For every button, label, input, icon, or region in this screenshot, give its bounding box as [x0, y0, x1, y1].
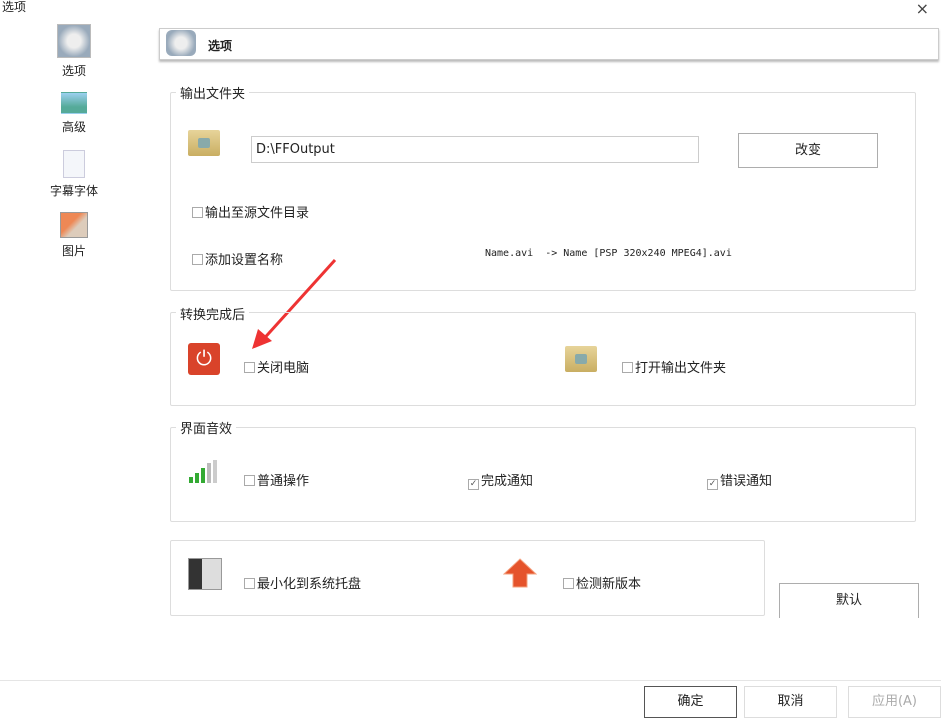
- error-notify-checkbox[interactable]: ✓ 错误通知: [707, 470, 772, 490]
- sidebar-item-advanced[interactable]: 高级: [50, 92, 98, 135]
- page-title: 选项: [208, 39, 233, 53]
- sidebar-item-label: 图片: [61, 244, 86, 258]
- filename-example: Name.avi -> Name [PSP 320x240 MPEG4].avi: [485, 248, 732, 259]
- sidebar-item-label: 字幕字体: [50, 184, 99, 198]
- options-icon: [166, 30, 196, 56]
- checkbox-label: 普通操作: [257, 474, 310, 489]
- checkbox-label: 检测新版本: [576, 577, 642, 592]
- output-folder-legend: 输出文件夹: [176, 83, 250, 102]
- sound-legend: 界面音效: [176, 418, 237, 437]
- sidebar-item-label: 选项: [61, 64, 86, 78]
- landscape-icon: [61, 92, 87, 114]
- normal-operation-checkbox[interactable]: 普通操作: [244, 470, 309, 489]
- sidebar-item-subtitle-font[interactable]: 字幕字体: [50, 150, 98, 199]
- system-tray-icon: [188, 558, 222, 590]
- volume-bars-icon: [189, 460, 217, 483]
- minimize-to-tray-checkbox[interactable]: 最小化到系统托盘: [244, 573, 361, 592]
- checkbox-label: 打开输出文件夹: [635, 361, 727, 376]
- options-icon: [57, 24, 91, 58]
- done-notify-checkbox[interactable]: ✓ 完成通知: [468, 470, 533, 490]
- change-button[interactable]: 改变: [738, 133, 878, 168]
- document-icon: [63, 150, 85, 178]
- folder-icon: [188, 130, 220, 156]
- checkbox-label: 输出至源文件目录: [205, 206, 310, 221]
- apply-button[interactable]: 应用(A): [848, 686, 941, 718]
- update-arrow-icon: [503, 558, 537, 588]
- shutdown-checkbox[interactable]: 关闭电脑: [244, 357, 309, 376]
- close-icon[interactable]: ×: [916, 0, 929, 18]
- sidebar-item-picture[interactable]: 图片: [50, 212, 98, 259]
- output-path-input[interactable]: D:\FFOutput: [251, 136, 699, 163]
- power-icon: ⏻: [188, 343, 220, 375]
- cancel-button[interactable]: 取消: [744, 686, 837, 718]
- ok-button[interactable]: 确定: [644, 686, 737, 718]
- checkbox-label: 错误通知: [720, 474, 773, 489]
- check-update-checkbox[interactable]: 检测新版本: [563, 573, 641, 592]
- folder-icon: [565, 346, 597, 372]
- window-title: 选项: [2, 0, 27, 14]
- picture-icon: [60, 212, 88, 238]
- checkbox-label: 最小化到系统托盘: [257, 577, 362, 592]
- sidebar-item-label: 高级: [61, 120, 86, 134]
- output-to-source-checkbox[interactable]: 输出至源文件目录: [192, 202, 309, 221]
- footer-divider: [0, 680, 941, 681]
- open-output-folder-checkbox[interactable]: 打开输出文件夹: [622, 357, 726, 376]
- checkbox-label: 完成通知: [481, 474, 534, 489]
- default-button[interactable]: 默认: [779, 583, 919, 618]
- checkbox-label: 关闭电脑: [257, 361, 310, 376]
- page-header: 选项: [159, 28, 939, 60]
- sidebar-item-options[interactable]: 选项: [50, 24, 98, 79]
- after-conversion-legend: 转换完成后: [176, 304, 250, 323]
